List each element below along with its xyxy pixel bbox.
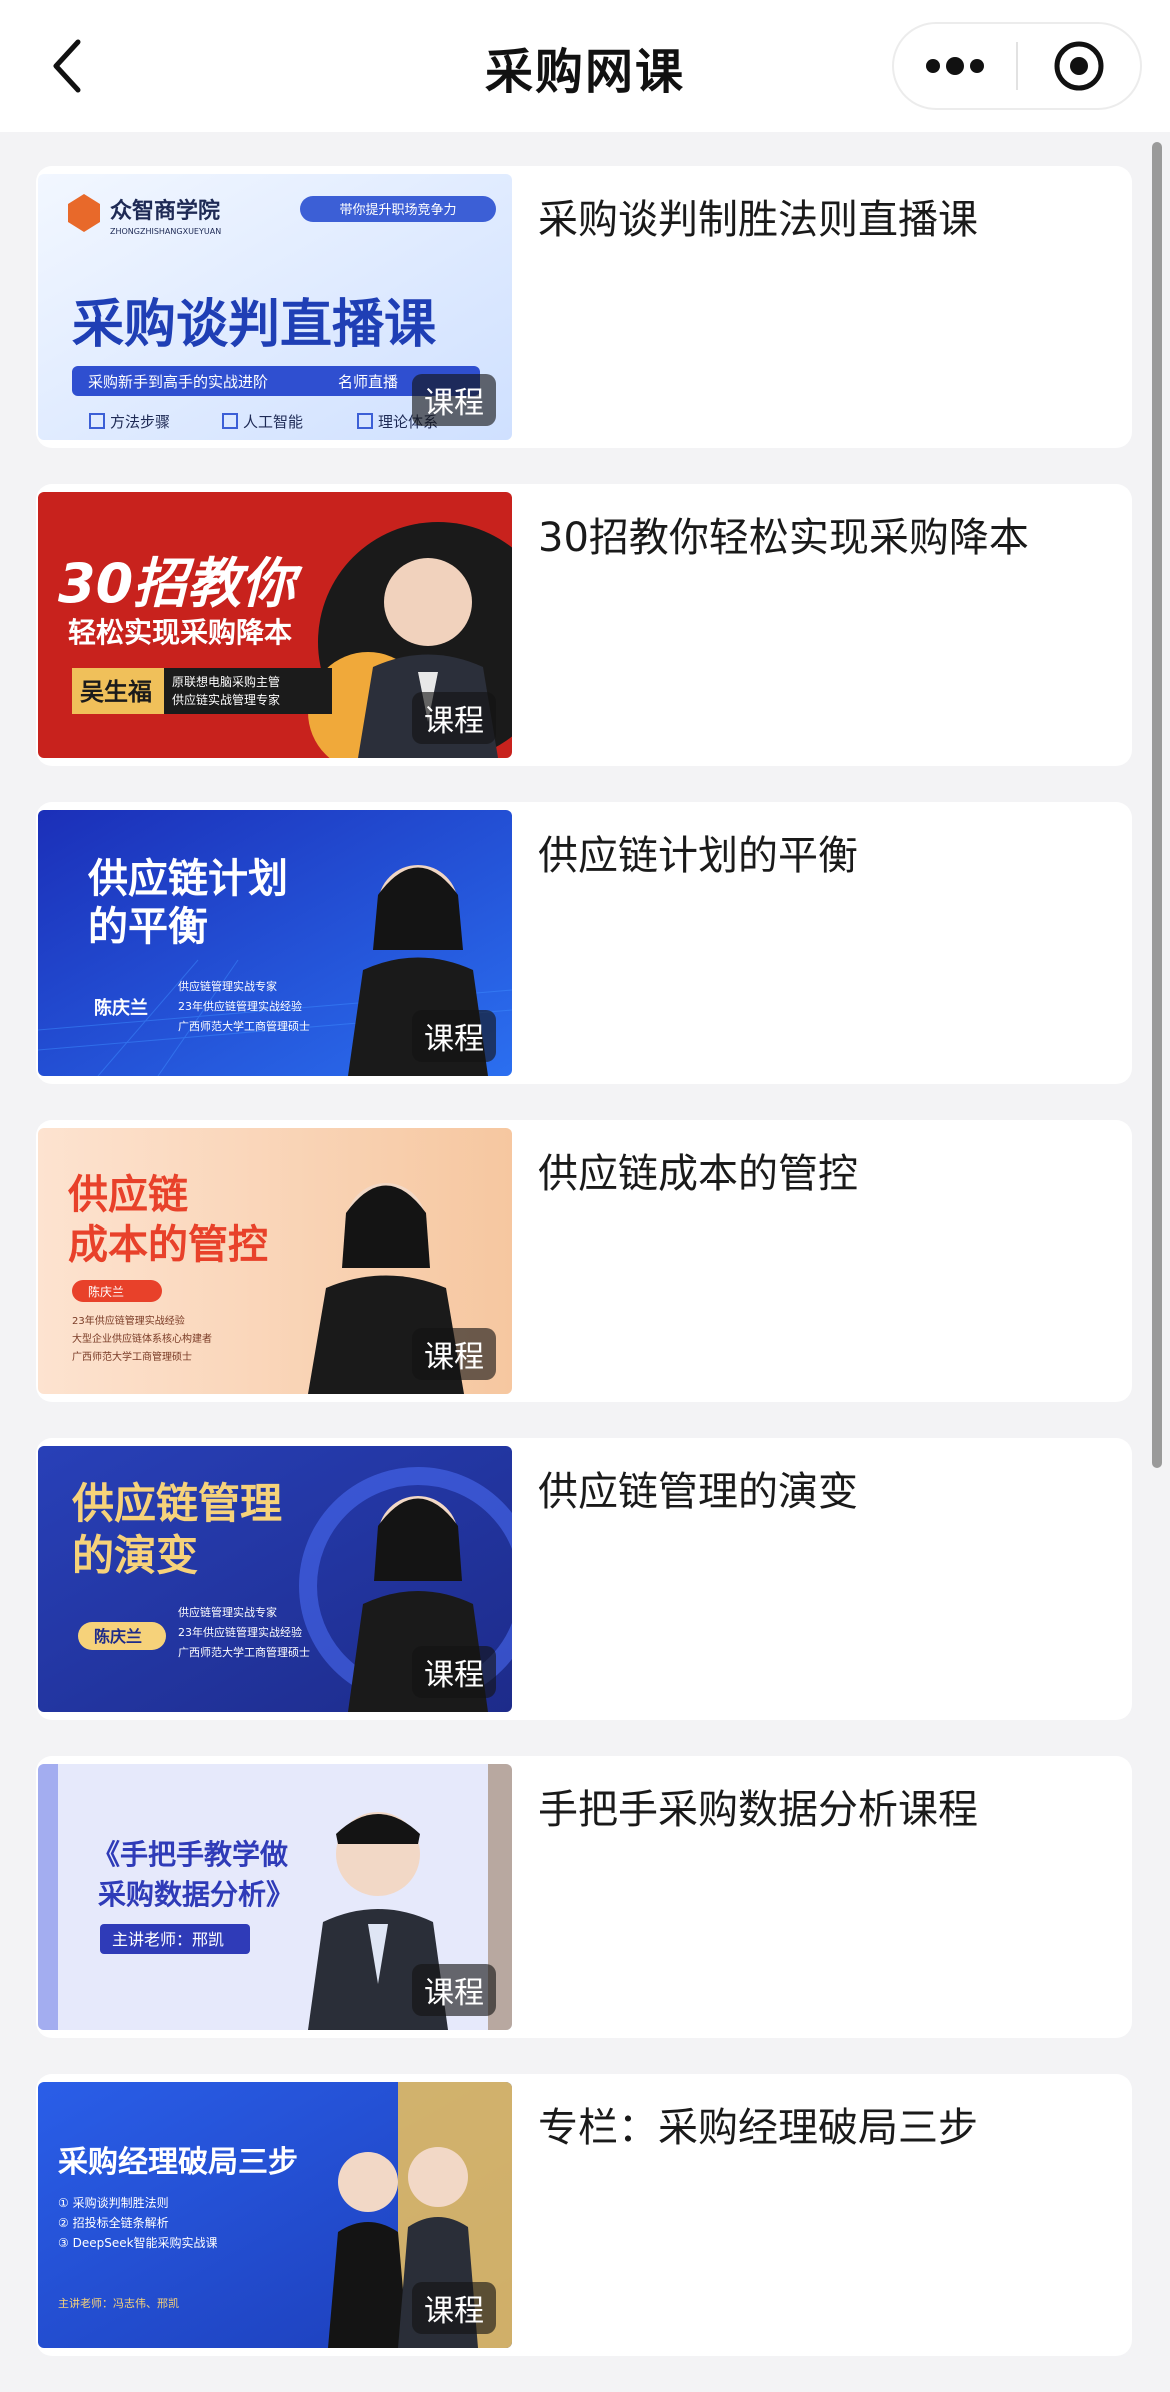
cover-bullet: ③ DeepSeek智能采购实战课 — [58, 2235, 218, 2250]
course-title: 手把手采购数据分析课程 — [538, 1787, 978, 1833]
course-tag: 课程 — [412, 1010, 496, 1062]
cover-teacher: 主讲老师：冯志伟、邢凯 — [58, 2296, 179, 2310]
course-card[interactable]: 供应链计划 的平衡 陈庆兰 供应链管理实战专家 23年供应链管理实战经验 广西师… — [36, 802, 1132, 1084]
course-list: 众智商学院 ZHONGZHISHANGXUEYUAN 带你提升职场竞争力 采购谈… — [36, 166, 1132, 2392]
course-cover-image: 采购经理破局三步 ① 采购谈判制胜法则 ② 招投标全链条解析 ③ DeepSee… — [38, 2082, 512, 2348]
course-card[interactable]: 采购经理破局三步 ① 采购谈判制胜法则 ② 招投标全链条解析 ③ DeepSee… — [36, 2074, 1132, 2356]
course-card[interactable]: 《手把手教学做 采购数据分析》 主讲老师：邢凯 课程 手把手采购数据分析课程 — [36, 1756, 1132, 2038]
cover-bullet: 23年供应链管理实战经验 — [178, 1625, 302, 1639]
cover-headline: 30招教你 — [58, 552, 303, 615]
course-cover-image: 供应链计划 的平衡 陈庆兰 供应链管理实战专家 23年供应链管理实战经验 广西师… — [38, 810, 512, 1076]
cover-headline: 采购经理破局三步 — [58, 2145, 298, 2180]
course-title: 专栏：采购经理破局三步 — [538, 2105, 978, 2151]
cover-brand-sub: ZHONGZHISHANGXUEYUAN — [110, 227, 221, 236]
cover-headline: 《手把手教学做 — [92, 1838, 288, 1871]
cover-subline2: 名师直播 — [338, 373, 398, 391]
course-cover-image: 《手把手教学做 采购数据分析》 主讲老师：邢凯 课程 — [38, 1764, 512, 2030]
course-tag: 课程 — [412, 1646, 496, 1698]
cover-headline: 采购数据分析》 — [98, 1878, 294, 1911]
mini-program-capsule — [892, 22, 1142, 110]
cover-teacher: 陈庆兰 — [94, 997, 148, 1019]
cover-bullet: 广西师范大学工商管理硕士 — [178, 1019, 310, 1033]
course-cover-image: 30招教你 轻松实现采购降本 吴生福 原联想电脑采购主管 供应链实战管理专家 课… — [38, 492, 512, 758]
more-button[interactable] — [894, 24, 1016, 108]
cover-headline: 采购谈判直播课 — [72, 295, 437, 355]
cover-desc: 原联想电脑采购主管 — [172, 674, 280, 689]
cover-subline: 采购新手到高手的实战进阶 — [88, 373, 268, 391]
cover-headline: 供应链管理 — [72, 1479, 282, 1528]
cover-teacher: 主讲老师：邢凯 — [112, 1930, 224, 1949]
course-card[interactable]: 供应链 成本的管控 陈庆兰 23年供应链管理实战经验 大型企业供应链体系核心构建… — [36, 1120, 1132, 1402]
cover-headline: 的演变 — [72, 1531, 198, 1580]
cover-bullet: 广西师范大学工商管理硕士 — [178, 1645, 310, 1659]
course-tag: 课程 — [412, 1328, 496, 1380]
course-title: 采购谈判制胜法则直播课 — [538, 197, 978, 243]
cover-desc: 供应链实战管理专家 — [172, 692, 280, 707]
course-title: 供应链成本的管控 — [538, 1151, 858, 1197]
course-card[interactable]: 30招教你 轻松实现采购降本 吴生福 原联想电脑采购主管 供应链实战管理专家 课… — [36, 484, 1132, 766]
cover-bullet: 供应链管理实战专家 — [178, 1605, 277, 1619]
cover-bullet: 23年供应链管理实战经验 — [72, 1314, 185, 1327]
cover-bullet: 供应链管理实战专家 — [178, 979, 277, 993]
course-title: 供应链计划的平衡 — [538, 833, 858, 879]
cover-bullet: 广西师范大学工商管理硕士 — [72, 1350, 192, 1363]
more-dots-icon — [926, 57, 984, 75]
course-cover-image: 供应链 成本的管控 陈庆兰 23年供应链管理实战经验 大型企业供应链体系核心构建… — [38, 1128, 512, 1394]
course-tag: 课程 — [412, 2282, 496, 2334]
course-card[interactable]: 众智商学院 ZHONGZHISHANGXUEYUAN 带你提升职场竞争力 采购谈… — [36, 166, 1132, 448]
course-tag: 课程 — [412, 692, 496, 744]
cover-check: 方法步骤 — [110, 413, 170, 431]
course-cover-image: 供应链管理 的演变 陈庆兰 供应链管理实战专家 23年供应链管理实战经验 广西师… — [38, 1446, 512, 1712]
cover-pill: 带你提升职场竞争力 — [339, 202, 456, 218]
target-circle-icon — [1054, 41, 1104, 91]
course-tag: 课程 — [412, 374, 496, 426]
cover-headline: 供应链 — [68, 1172, 188, 1218]
scrollbar[interactable] — [1152, 142, 1162, 1468]
course-title: 供应链管理的演变 — [538, 1469, 858, 1515]
cover-headline: 成本的管控 — [68, 1222, 268, 1268]
course-tag: 课程 — [412, 1964, 496, 2016]
cover-bullet: 23年供应链管理实战经验 — [178, 999, 302, 1013]
course-title: 30招教你轻松实现采购降本 — [538, 515, 1029, 561]
course-cover-image: 众智商学院 ZHONGZHISHANGXUEYUAN 带你提升职场竞争力 采购谈… — [38, 174, 512, 440]
cover-teacher: 陈庆兰 — [88, 1284, 124, 1299]
cover-teacher: 陈庆兰 — [94, 1627, 142, 1646]
cover-bullet: 大型企业供应链体系核心构建者 — [72, 1332, 212, 1345]
cover-teacher: 吴生福 — [80, 678, 152, 706]
cover-headline: 的平衡 — [88, 904, 208, 950]
navbar: 采购网课 — [0, 0, 1170, 132]
cover-bullet: ② 招投标全链条解析 — [58, 2215, 169, 2230]
cover-bullet: ① 采购谈判制胜法则 — [58, 2195, 169, 2210]
cover-headline: 轻松实现采购降本 — [68, 616, 292, 649]
close-mini-program-button[interactable] — [1018, 24, 1140, 108]
course-card[interactable]: 供应链管理 的演变 陈庆兰 供应链管理实战专家 23年供应链管理实战经验 广西师… — [36, 1438, 1132, 1720]
cover-headline: 供应链计划 — [88, 856, 288, 902]
cover-brand: 众智商学院 — [110, 198, 220, 224]
cover-check: 人工智能 — [243, 413, 303, 431]
